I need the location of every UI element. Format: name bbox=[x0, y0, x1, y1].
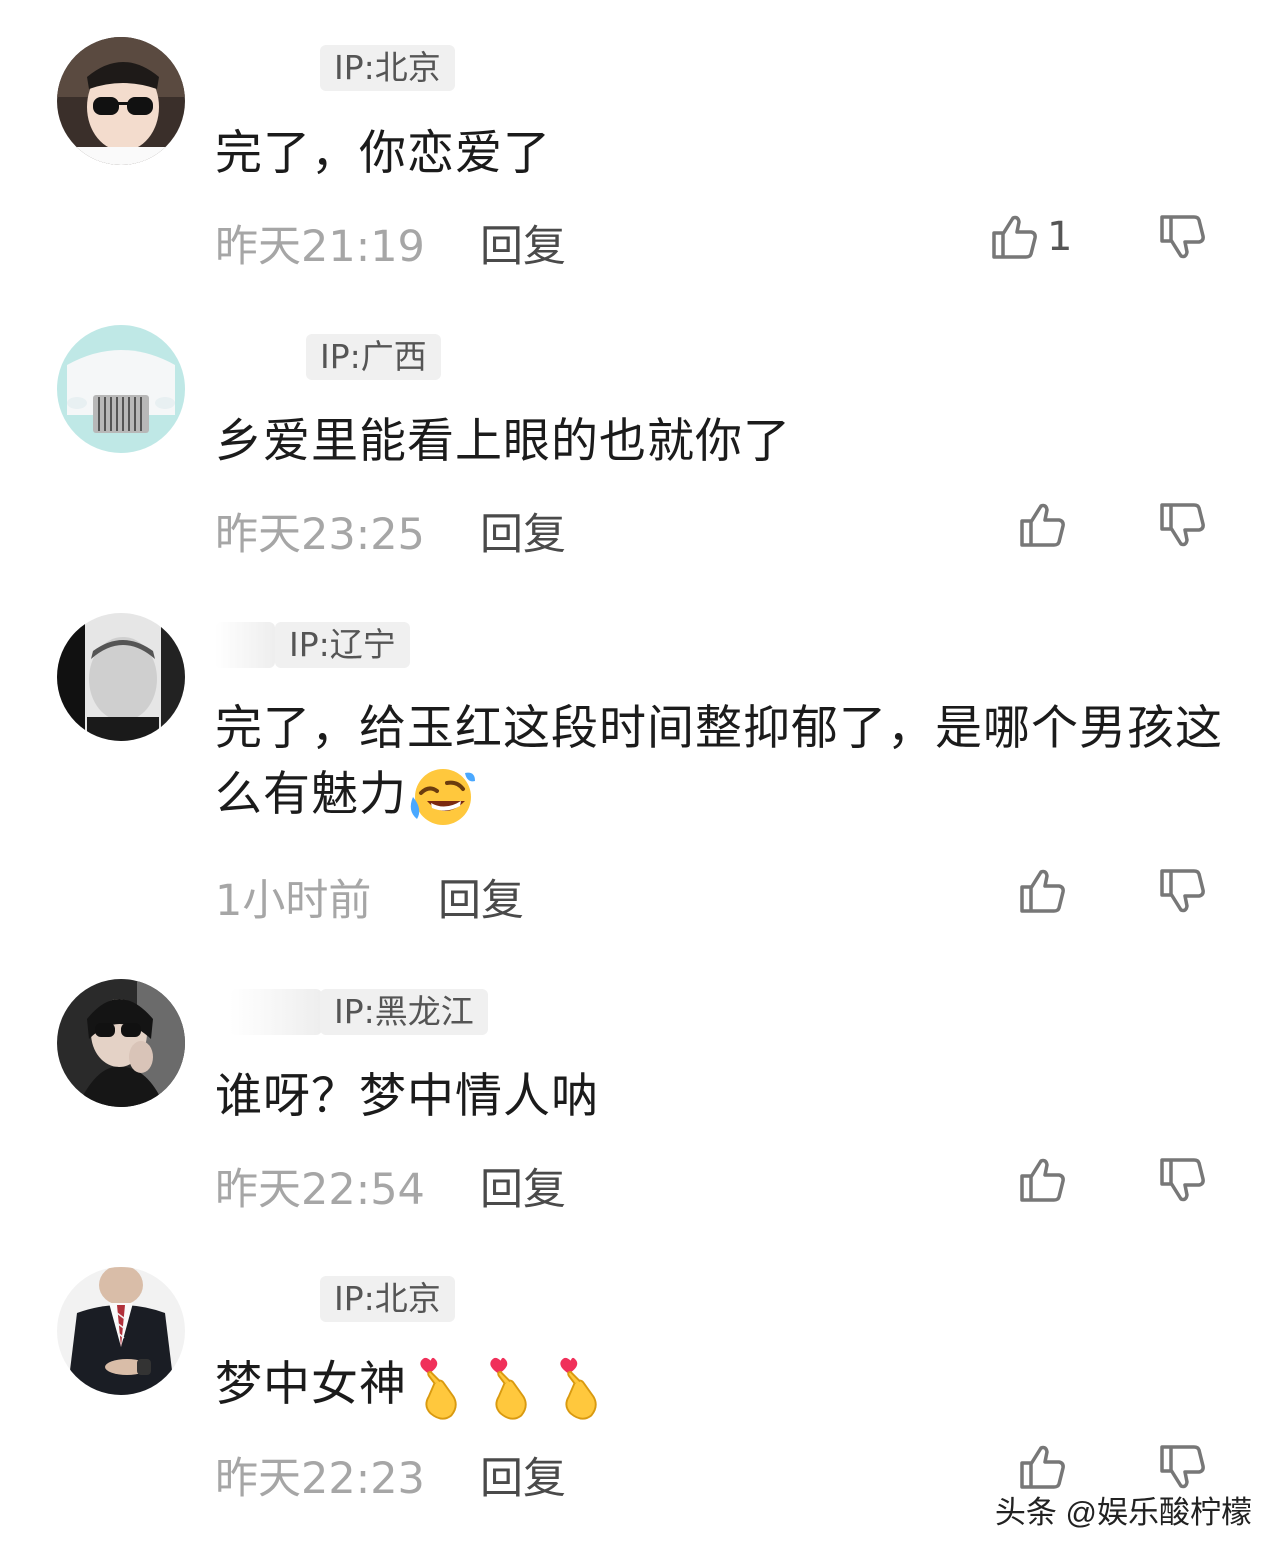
ip-location-badge: IP:北京 bbox=[320, 45, 455, 91]
reply-button[interactable]: 回复 bbox=[480, 1155, 566, 1217]
thumbs-up-icon[interactable] bbox=[1018, 1155, 1068, 1205]
ip-location-badge: IP:北京 bbox=[320, 1276, 455, 1322]
username-blurred bbox=[215, 622, 275, 668]
user-avatar-icon bbox=[57, 613, 185, 741]
thumbs-up-icon[interactable] bbox=[1018, 500, 1068, 550]
ip-location-badge: IP:黑龙江 bbox=[320, 989, 488, 1035]
thumbs-down-icon[interactable] bbox=[1158, 1442, 1208, 1492]
reply-button[interactable]: 回复 bbox=[438, 866, 524, 928]
finger-heart-emoji-icon bbox=[560, 1357, 597, 1420]
username-blurred bbox=[230, 989, 322, 1035]
comment-text: 乡爱里能看上眼的也就你了 bbox=[215, 414, 791, 469]
finger-heart-emoji-icon bbox=[420, 1357, 457, 1420]
thumbs-down-icon[interactable] bbox=[1158, 866, 1208, 916]
avatar[interactable] bbox=[57, 613, 185, 741]
rofl-emoji-icon bbox=[410, 768, 475, 825]
comment-text-content: 完了，给玉红这段时间整抑郁了，是哪个男孩这么有魅力 bbox=[215, 701, 1223, 822]
source-watermark: 头条 @娱乐酸柠檬 bbox=[994, 1495, 1252, 1530]
thumbs-up-icon[interactable] bbox=[990, 212, 1040, 262]
thumbs-up-icon[interactable] bbox=[1018, 1442, 1068, 1492]
thumbs-down-icon[interactable] bbox=[1158, 212, 1208, 262]
comment-time: 1小时前 bbox=[215, 876, 372, 926]
comment-text: 梦中女神 bbox=[215, 1352, 1225, 1421]
thumbs-down-icon[interactable] bbox=[1158, 500, 1208, 550]
user-avatar-icon bbox=[57, 1267, 185, 1395]
reply-button[interactable]: 回复 bbox=[480, 212, 566, 274]
finger-heart-emoji-icon bbox=[490, 1357, 527, 1420]
comment-text: 完了，你恋爱了 bbox=[215, 126, 551, 181]
thumbs-down-icon[interactable] bbox=[1158, 1155, 1208, 1205]
avatar[interactable] bbox=[57, 37, 185, 165]
avatar[interactable] bbox=[57, 325, 185, 453]
avatar[interactable] bbox=[57, 979, 185, 1107]
ip-location-badge: IP:广西 bbox=[306, 334, 441, 380]
reply-button[interactable]: 回复 bbox=[480, 500, 566, 562]
comment-time: 昨天23:25 bbox=[215, 510, 425, 560]
reply-button[interactable]: 回复 bbox=[480, 1444, 566, 1506]
comment-text: 完了，给玉红这段时间整抑郁了，是哪个男孩这么有魅力 bbox=[215, 696, 1225, 829]
comment-text-content: 梦中女神 bbox=[215, 1357, 407, 1412]
user-avatar-icon bbox=[57, 979, 185, 1107]
comment-text: 谁呀？梦中情人呐 bbox=[215, 1069, 599, 1124]
comment-time: 昨天22:54 bbox=[215, 1165, 425, 1215]
like-count: 1 bbox=[1047, 214, 1073, 260]
comment-time: 昨天22:23 bbox=[215, 1454, 425, 1504]
comment-time: 昨天21:19 bbox=[215, 222, 425, 272]
ip-location-badge: IP:辽宁 bbox=[275, 622, 410, 668]
avatar[interactable] bbox=[57, 1267, 185, 1395]
thumbs-up-icon[interactable] bbox=[1018, 866, 1068, 916]
user-avatar-icon bbox=[57, 37, 185, 165]
user-avatar-icon bbox=[57, 325, 185, 453]
